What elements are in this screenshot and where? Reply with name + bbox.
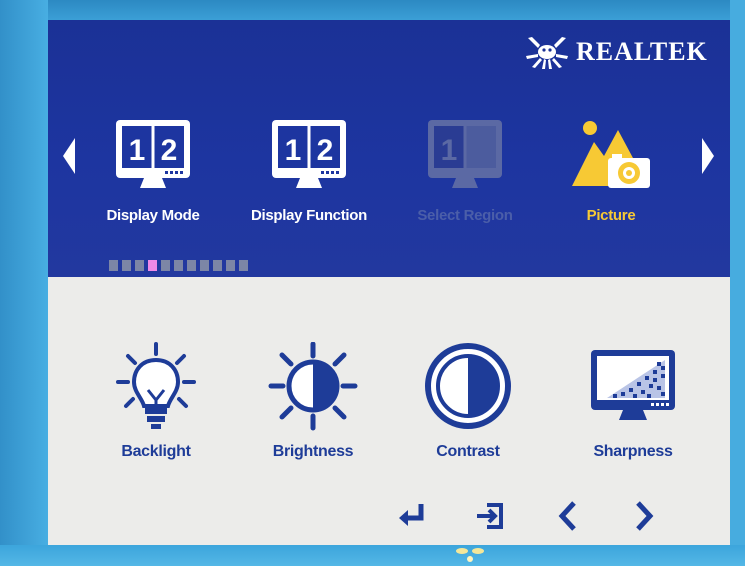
left-chevron-icon	[558, 501, 576, 531]
setting-label: Sharpness	[593, 443, 673, 460]
menu-item-label: Display Mode	[106, 207, 200, 224]
menu-scroll-right-icon[interactable]	[702, 138, 714, 174]
menu-item-display-mode[interactable]: 1 2 Display Mode	[88, 116, 218, 224]
menu-item-display-function[interactable]: 1 2 Display Function	[234, 116, 384, 224]
lightbulb-icon	[116, 342, 196, 429]
osd-menu: REALTEK 1 2 Display Mode 1 2 Display Fun…	[48, 20, 730, 545]
sharpness-monitor-icon	[591, 350, 675, 420]
enter-button[interactable]	[392, 496, 432, 536]
svg-text:1: 1	[285, 134, 302, 167]
monitor-12-icon: 1 2	[116, 120, 190, 188]
monitor-12-icon: 1 2	[272, 120, 346, 188]
svg-text:1: 1	[441, 134, 458, 167]
realtek-crab-logo-icon	[526, 37, 568, 69]
setting-brightness[interactable]: Brightness	[248, 341, 378, 461]
page-indicator-dot	[135, 260, 144, 271]
monitor-bezel-top	[0, 0, 745, 20]
brand-name: REALTEK	[576, 37, 708, 66]
exit-icon	[477, 503, 503, 529]
osd-top-panel: REALTEK 1 2 Display Mode 1 2 Display Fun…	[48, 20, 730, 277]
right-button[interactable]	[624, 496, 664, 536]
page-indicator-dot	[161, 260, 170, 271]
page-indicator-dot	[226, 260, 235, 271]
monitor-bezel-bottom	[0, 545, 745, 566]
picture-landscape-icon	[572, 121, 650, 188]
setting-backlight[interactable]: Backlight	[96, 342, 216, 461]
page-indicator-dot	[200, 260, 209, 271]
setting-sharpness[interactable]: Sharpness	[568, 342, 698, 461]
menu-item-label: Display Function	[250, 207, 368, 224]
page-indicator-dot	[109, 260, 118, 271]
power-led-icon	[456, 548, 484, 562]
page-indicator-dot	[213, 260, 222, 271]
right-chevron-icon	[636, 501, 654, 531]
brand: REALTEK	[524, 32, 708, 72]
menu-scroll-left-icon[interactable]	[63, 138, 75, 174]
page-indicator-dot	[122, 260, 131, 271]
contrast-circle-icon	[425, 343, 511, 429]
page-indicator	[109, 260, 248, 271]
page-indicator-dot	[187, 260, 196, 271]
enter-icon	[399, 504, 424, 526]
menu-item-select-region: 1 Select Region	[400, 116, 530, 224]
monitor-bezel-right	[730, 0, 745, 566]
exit-button[interactable]	[470, 496, 510, 536]
setting-label: Contrast	[436, 443, 500, 460]
monitor-region-icon: 1	[428, 120, 502, 188]
svg-text:2: 2	[161, 134, 178, 167]
setting-contrast[interactable]: Contrast	[408, 342, 528, 461]
menu-item-picture[interactable]: Picture	[556, 116, 666, 224]
setting-label: Backlight	[121, 443, 191, 460]
page-indicator-dot-active	[148, 260, 157, 271]
menu-item-label: Picture	[586, 207, 636, 224]
svg-text:2: 2	[317, 134, 334, 167]
sun-icon	[268, 341, 358, 431]
menu-item-label: Select Region	[417, 207, 513, 224]
svg-text:1: 1	[129, 134, 146, 167]
monitor-bezel-left	[0, 0, 48, 566]
setting-label: Brightness	[272, 443, 354, 460]
page-indicator-dot	[174, 260, 183, 271]
left-button[interactable]	[548, 496, 588, 536]
page-indicator-dot	[239, 260, 248, 271]
